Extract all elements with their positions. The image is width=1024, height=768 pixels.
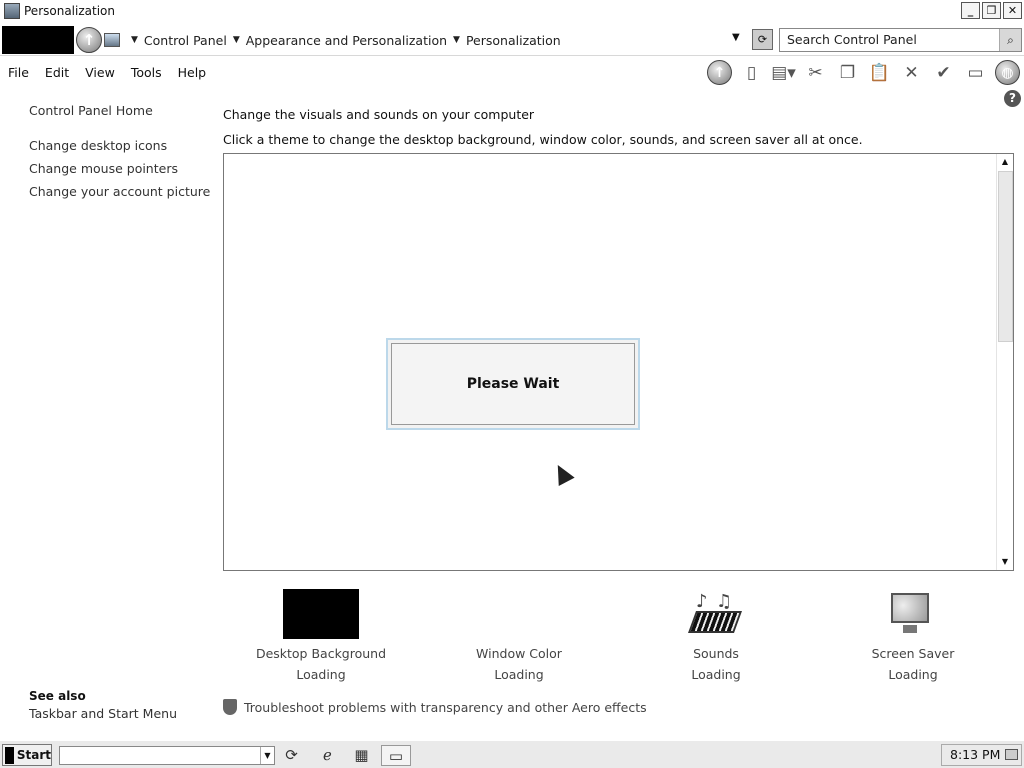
- page-title: Change the visuals and sounds on your co…: [223, 107, 535, 122]
- scroll-down-icon[interactable]: ▼: [997, 554, 1013, 570]
- maximize-button[interactable]: ❐: [982, 2, 1001, 19]
- menu-bar: File Edit View Tools Help ↑ ▯ ▤▾ ✂ ❐ 📋 ✕…: [0, 57, 1024, 89]
- change-desktop-icons-link[interactable]: Change desktop icons: [29, 138, 167, 153]
- option-status: Loading: [888, 667, 938, 682]
- start-button[interactable]: Start: [2, 744, 52, 766]
- breadcrumb-arrow-icon[interactable]: ▼: [131, 35, 138, 45]
- back-forward-buttons[interactable]: [2, 26, 74, 54]
- toolbar: ↑ ▯ ▤▾ ✂ ❐ 📋 ✕ ✔ ▭ ◍: [707, 60, 1020, 85]
- theme-list-scrollbar[interactable]: ▲ ▼: [996, 154, 1013, 570]
- chevron-down-icon[interactable]: ▼: [260, 747, 274, 764]
- address-dropdown-icon[interactable]: ▼: [732, 32, 740, 43]
- control-panel-icon: [104, 33, 120, 47]
- option-status: Loading: [296, 667, 346, 682]
- windows-logo-icon: [5, 746, 14, 764]
- breadcrumb-arrow-icon[interactable]: ▼: [233, 35, 240, 45]
- menu-file[interactable]: File: [0, 65, 37, 80]
- title-bar: Personalization _ ❐ ✕: [0, 0, 1024, 22]
- views-icon[interactable]: ▤▾: [771, 60, 796, 85]
- breadcrumb[interactable]: ▼ Control Panel ▼ Appearance and Persona…: [104, 29, 748, 51]
- page-instructions: Click a theme to change the desktop back…: [223, 132, 863, 147]
- screen-saver-monitor-icon: [887, 589, 939, 639]
- minimize-button[interactable]: _: [961, 2, 980, 19]
- personalization-app-icon: [4, 3, 20, 19]
- search-placeholder: Search Control Panel: [787, 32, 917, 47]
- scroll-up-icon[interactable]: ▲: [997, 154, 1013, 170]
- left-task-pane: Control Panel Home Change desktop icons …: [0, 90, 210, 740]
- switch-windows-icon[interactable]: ⟳: [281, 745, 302, 766]
- window-color-option[interactable]: Window Color Loading: [439, 589, 599, 682]
- window-color-thumbnail: [481, 589, 557, 639]
- rename-icon[interactable]: ▭: [963, 60, 988, 85]
- shield-icon: [223, 699, 237, 715]
- folders-pane-icon[interactable]: ▯: [739, 60, 764, 85]
- troubleshoot-aero-text: Troubleshoot problems with transparency …: [244, 699, 647, 715]
- breadcrumb-control-panel[interactable]: Control Panel: [144, 33, 227, 48]
- address-toolbar-input[interactable]: ▼: [59, 746, 275, 765]
- properties-check-icon[interactable]: ✔: [931, 60, 956, 85]
- network-tray-icon[interactable]: [1005, 749, 1018, 760]
- refresh-icon[interactable]: ⟳: [752, 29, 773, 50]
- window-title: Personalization: [24, 4, 115, 18]
- see-also-heading: See also: [29, 689, 86, 703]
- breadcrumb-arrow-icon[interactable]: ▼: [453, 35, 460, 45]
- taskbar: Start ▼ ⟳ ℯ ▦ ▭ 8:13 PM: [0, 740, 1024, 768]
- screen-saver-option[interactable]: Screen Saver Loading: [833, 589, 993, 682]
- scroll-thumb[interactable]: [998, 171, 1013, 342]
- cut-icon[interactable]: ✂: [803, 60, 828, 85]
- change-mouse-pointers-link[interactable]: Change mouse pointers: [29, 161, 178, 176]
- taskbar-start-menu-link[interactable]: Taskbar and Start Menu: [29, 706, 177, 721]
- menu-edit[interactable]: Edit: [37, 65, 77, 80]
- start-label: Start: [16, 748, 51, 762]
- internet-explorer-icon[interactable]: ℯ: [317, 745, 338, 766]
- breadcrumb-personalization[interactable]: Personalization: [466, 33, 561, 48]
- breadcrumb-appearance[interactable]: Appearance and Personalization: [246, 33, 447, 48]
- please-wait-dialog: Please Wait: [386, 338, 640, 430]
- desktop-background-thumbnail: [283, 589, 359, 639]
- troubleshoot-aero-link[interactable]: Troubleshoot problems with transparency …: [223, 699, 647, 715]
- sounds-option[interactable]: ♪ ♫ Sounds Loading: [636, 589, 796, 682]
- show-desktop-icon[interactable]: ▦: [351, 745, 372, 766]
- taskbar-window-button[interactable]: ▭: [381, 745, 411, 766]
- desktop-background-option[interactable]: Desktop Background Loading: [241, 589, 401, 682]
- delete-icon[interactable]: ✕: [899, 60, 924, 85]
- change-account-picture-link[interactable]: Change your account picture: [29, 184, 210, 199]
- menu-view[interactable]: View: [77, 65, 123, 80]
- copy-icon[interactable]: ❐: [835, 60, 860, 85]
- option-label: Sounds: [693, 646, 739, 661]
- network-globe-icon[interactable]: ◍: [995, 60, 1020, 85]
- up-arrow-icon[interactable]: ↑: [76, 27, 102, 53]
- option-status: Loading: [494, 667, 544, 682]
- up-folder-icon[interactable]: ↑: [707, 60, 732, 85]
- option-status: Loading: [691, 667, 741, 682]
- theme-list[interactable]: Please Wait ▲ ▼: [223, 153, 1014, 571]
- option-label: Screen Saver: [871, 646, 955, 661]
- option-label: Desktop Background: [255, 646, 387, 661]
- search-icon[interactable]: ⌕: [999, 29, 1021, 51]
- please-wait-text: Please Wait: [391, 343, 635, 425]
- window-controls: _ ❐ ✕: [961, 2, 1022, 19]
- option-label: Window Color: [476, 646, 562, 661]
- search-input[interactable]: Search Control Panel ⌕: [779, 28, 1022, 52]
- menu-tools[interactable]: Tools: [123, 65, 170, 80]
- clock-time: 8:13 PM: [950, 747, 1001, 762]
- menu-help[interactable]: Help: [170, 65, 215, 80]
- paste-icon[interactable]: 📋: [867, 60, 892, 85]
- help-icon[interactable]: ?: [1004, 90, 1021, 107]
- control-panel-home-link[interactable]: Control Panel Home: [29, 103, 153, 118]
- address-bar: ↑ ▼ Control Panel ▼ Appearance and Perso…: [0, 24, 1024, 56]
- close-button[interactable]: ✕: [1003, 2, 1022, 19]
- system-clock[interactable]: 8:13 PM: [941, 744, 1022, 766]
- sounds-keyboard-icon: ♪ ♫: [687, 589, 743, 639]
